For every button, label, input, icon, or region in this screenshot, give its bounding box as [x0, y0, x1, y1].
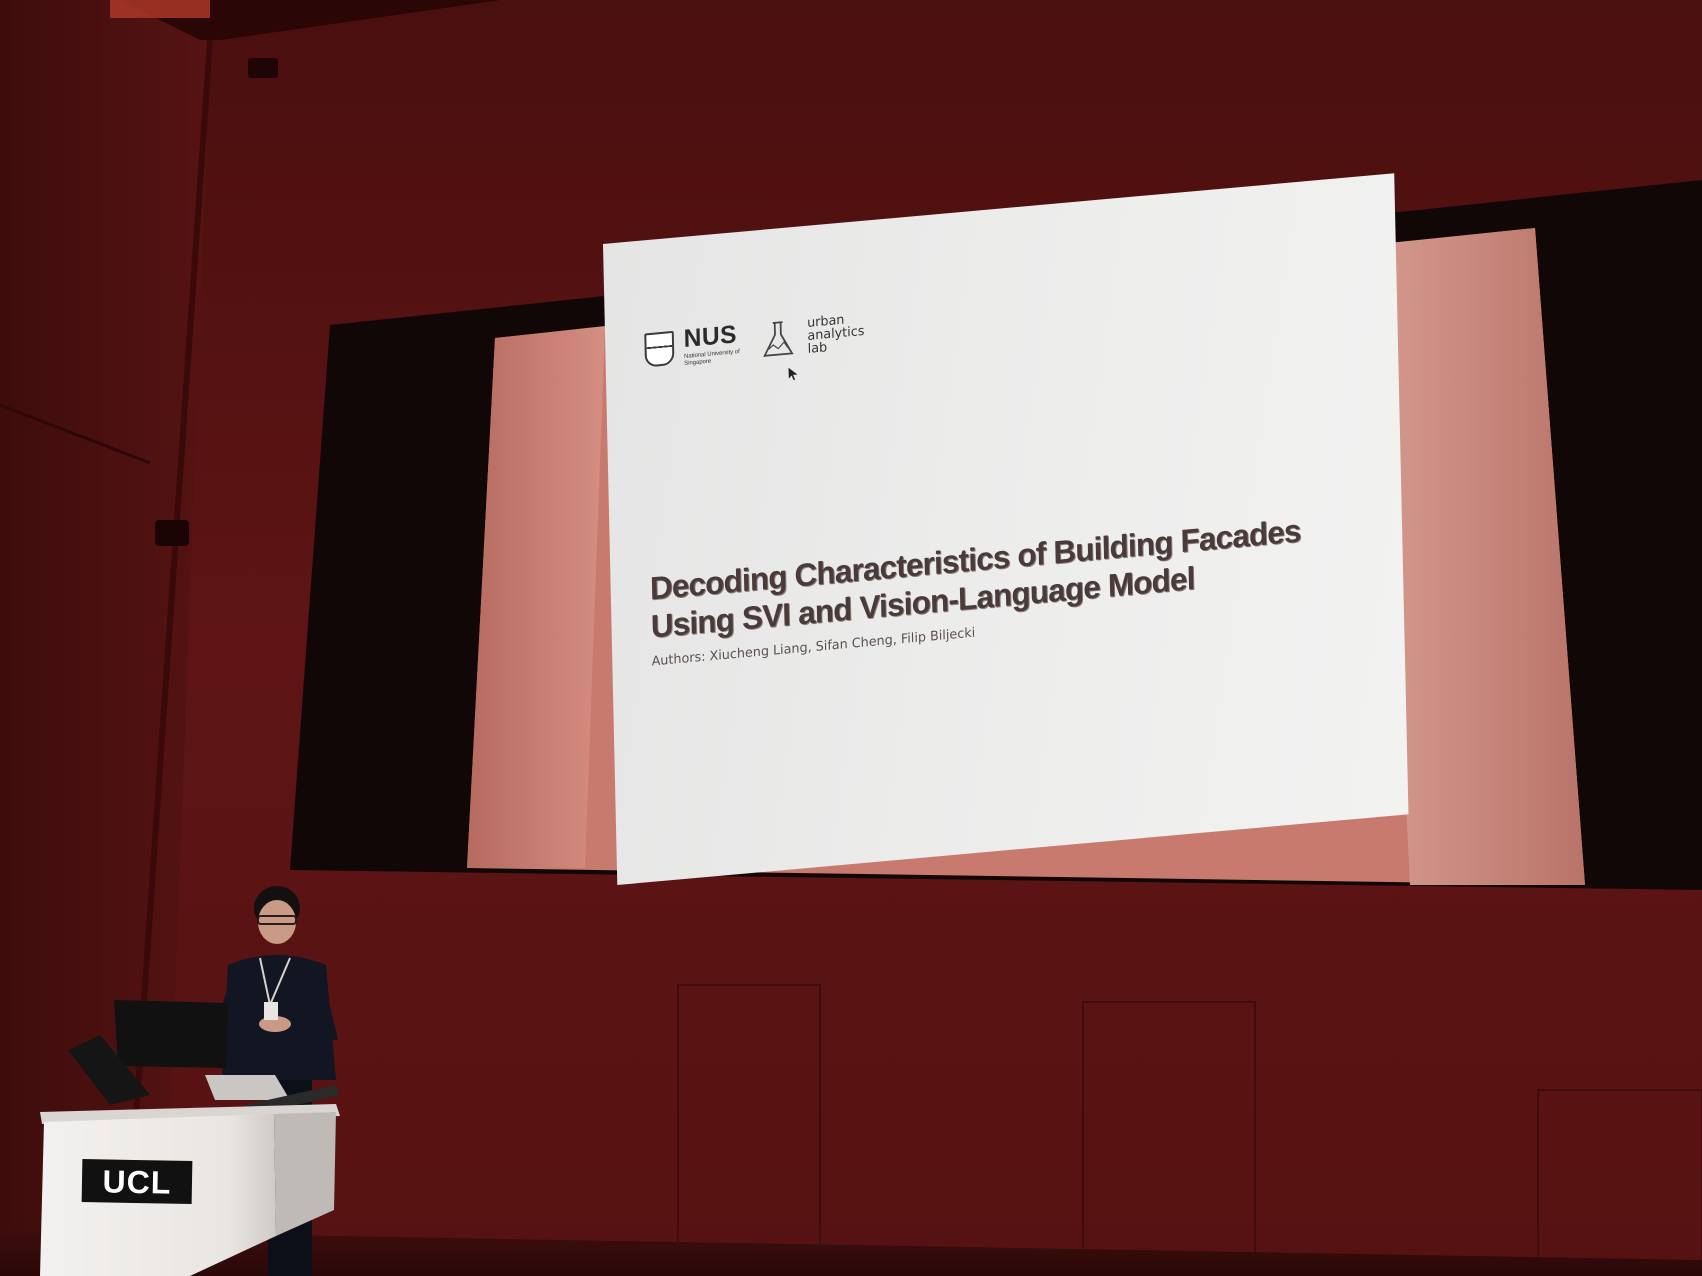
id-badge: [264, 1002, 278, 1020]
projected-slide: NUS National University of Singapore urb…: [603, 173, 1409, 886]
presenter-face: [258, 900, 296, 944]
nus-crest-icon: [644, 330, 675, 368]
nus-logo-text: NUS: [683, 320, 738, 353]
wall-camera: [155, 520, 189, 546]
ceiling-light: [110, 0, 210, 18]
ucl-logo-text: UCL: [102, 1162, 172, 1201]
ucl-logo: UCL: [81, 1159, 193, 1204]
laptop-screen: [114, 1000, 228, 1068]
nus-logo: NUS National University of Singapore: [683, 320, 743, 367]
slide-canvas: NUS National University of Singapore urb…: [603, 173, 1409, 886]
slide-logos: NUS National University of Singapore urb…: [644, 311, 865, 371]
wall-speaker: [248, 58, 278, 78]
slide-title: Decoding Characteristics of Building Fac…: [650, 506, 1377, 646]
laptop-base: [205, 1075, 290, 1100]
mouse-cursor-icon: [788, 367, 798, 381]
urban-analytics-lab-logo: urban analytics lab: [807, 311, 865, 356]
flask-icon: [763, 321, 794, 357]
